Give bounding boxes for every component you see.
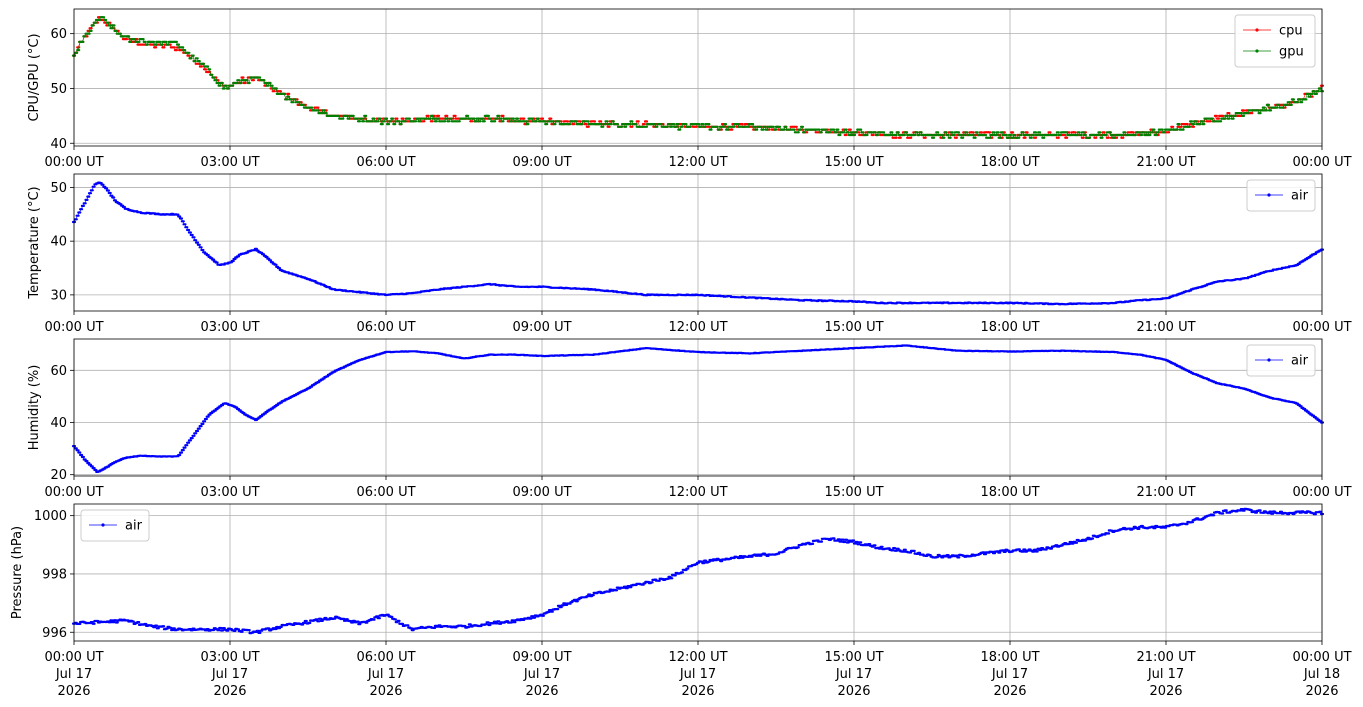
x-tick-label: 09:00 UT [512,650,571,665]
y-tick-label: 60 [50,364,67,379]
x-tick-date-label: Jul 17 [679,667,716,682]
x-tick-label: 06:00 UT [356,485,415,500]
chart-panel-2: 30 40 50 00:00 UT 03:00 UT 06:00 UT 09:00 UT 12… [27,173,1352,335]
x-tick-year-label: 2026 [213,684,246,699]
legend: air [1246,179,1316,212]
x-tick-label: 18:00 UT [980,320,1039,335]
x-tick-date-label: Jul 17 [1147,667,1184,682]
x-tick-label: 12:00 UT [668,155,727,170]
y-tick-label: 40 [50,137,67,152]
legend-label-cpu: cpu [1279,24,1303,39]
y-tick-label: 20 [50,468,67,483]
legend-marker-air [1267,193,1271,197]
x-tick-label: 12:00 UT [668,320,727,335]
y-tick-label: 40 [50,416,67,431]
x-tick-label: 18:00 UT [980,155,1039,170]
y-axis-label: Temperature (°C) [27,186,42,299]
x-tick-date-label: Jul 17 [523,667,560,682]
x-tick-label: 09:00 UT [512,155,571,170]
x-tick-year-label: 2026 [837,684,870,699]
x-tick-label: 00:00 UT [44,155,103,170]
x-tick-label: 00:00 UT [44,650,103,665]
x-tick-date-label: Jul 17 [55,667,92,682]
x-tick-label: 06:00 UT [356,650,415,665]
x-tick-label: 09:00 UT [512,485,571,500]
x-tick-year-label: 2026 [1149,684,1182,699]
legend-marker-gpu [1255,49,1259,53]
y-tick-label: 60 [50,27,67,42]
y-tick-label: 1000 [34,509,67,524]
x-tick-year-label: 2026 [57,684,90,699]
x-tick-label: 21:00 UT [1136,320,1195,335]
x-tick-label: 06:00 UT [356,155,415,170]
y-tick-label: 30 [50,288,67,303]
x-tick-year-label: 2026 [681,684,714,699]
x-tick-label: 12:00 UT [668,485,727,500]
y-axis-label: Humidity (%) [27,365,42,451]
x-tick-year-label: 2026 [369,684,402,699]
x-tick-label: 18:00 UT [980,485,1039,500]
x-tick-label: 15:00 UT [824,650,883,665]
x-tick-label: 18:00 UT [980,650,1039,665]
x-tick-year-label: 2026 [993,684,1026,699]
legend-label-air: air [1291,189,1309,204]
x-tick-date-label: Jul 17 [367,667,404,682]
x-tick-label: 15:00 UT [824,485,883,500]
x-tick-label: 03:00 UT [200,485,259,500]
legend: air [1246,344,1316,377]
x-tick-label: 21:00 UT [1136,155,1195,170]
x-tick-label: 15:00 UT [824,155,883,170]
y-tick-label: 50 [50,181,67,196]
y-tick-label: 50 [50,82,67,97]
x-tick-label: 21:00 UT [1136,650,1195,665]
legend-marker-air [1267,358,1271,362]
x-tick-label: 00:00 UT [1292,320,1351,335]
y-tick-label: 40 [50,235,67,250]
legend: air [80,509,150,542]
legend-label-gpu: gpu [1279,45,1304,60]
x-tick-label: 21:00 UT [1136,485,1195,500]
x-tick-date-label: Jul 17 [835,667,872,682]
x-tick-label: 12:00 UT [668,650,727,665]
y-axis-label: CPU/GPU (°C) [27,33,42,121]
x-tick-label: 00:00 UT [1292,155,1351,170]
x-tick-label: 03:00 UT [200,155,259,170]
x-tick-label: 00:00 UT [1292,485,1351,500]
figure: 40 50 60 00:00 UT 03:00 UT 06:00 UT 09:00 UT 12… [10,8,1352,699]
x-tick-label: 15:00 UT [824,320,883,335]
x-tick-year-label: 2026 [525,684,558,699]
legend-marker-cpu [1255,28,1259,32]
y-tick-label: 996 [42,626,67,641]
y-axis-label: Pressure (hPa) [10,526,25,619]
y-tick-label: 998 [42,567,67,582]
x-tick-label: 00:00 UT [44,485,103,500]
x-tick-label: 00:00 UT [44,320,103,335]
x-tick-year-label: 2026 [1305,684,1338,699]
x-tick-label: 06:00 UT [356,320,415,335]
chart-panel-4: 996 998 1000 00:00 UT Jul 17 2026 03:00 UT Jul … [10,503,1352,699]
chart-panel-1: 40 50 60 00:00 UT 03:00 UT 06:00 UT 09:00 UT 12… [27,8,1352,170]
legend-label-air: air [1291,354,1309,369]
x-tick-label: 03:00 UT [200,650,259,665]
legend: cpu gpu [1234,14,1316,68]
x-tick-date-label: Jul 17 [211,667,248,682]
legend-marker-air [101,523,105,527]
chart-panel-3: 20 40 60 00:00 UT 03:00 UT 06:00 UT 09:00 UT 12… [27,338,1352,500]
x-tick-label: 03:00 UT [200,320,259,335]
x-tick-date-label: Jul 18 [1303,667,1340,682]
x-tick-date-label: Jul 17 [991,667,1028,682]
x-tick-label: 09:00 UT [512,320,571,335]
x-tick-label: 00:00 UT [1292,650,1351,665]
legend-label-air: air [125,519,143,534]
